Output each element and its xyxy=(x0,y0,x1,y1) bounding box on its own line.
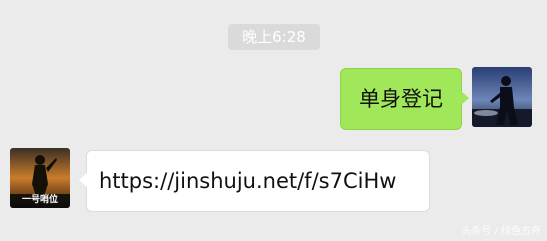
received-link-bubble[interactable]: https://jinshuju.net/f/s7CiHw xyxy=(79,150,430,212)
contact-avatar[interactable]: 一号哨位 xyxy=(10,148,70,208)
avatar-silhouette-icon xyxy=(472,67,532,127)
watermark: 头条号 / 绿色方舟 xyxy=(461,226,541,237)
message-timestamp: 晚上6:28 xyxy=(228,24,320,50)
sent-message-bubble[interactable]: 单身登记 xyxy=(340,68,469,130)
my-avatar[interactable] xyxy=(472,67,532,127)
avatar-caption: 一号哨位 xyxy=(21,195,58,205)
chat-window: 晚上6:28 单身登记 一号哨位 https://jinshuju.net/f/… xyxy=(0,0,547,241)
